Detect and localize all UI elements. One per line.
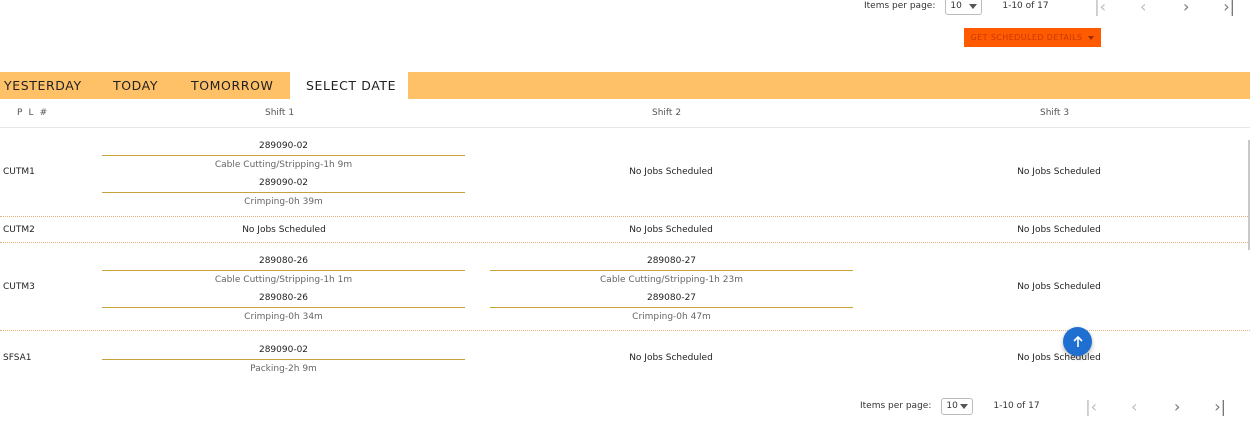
paginator-bottom: Items per page: 10 1-10 of 17 |‹ ‹ › ›| [860,396,1242,416]
header-shift-3: Shift 3 [1040,108,1070,118]
job-task: Cable Cutting/Stripping-1h 1m [102,270,465,289]
job-card: 289090-02 Cable Cutting/Stripping-1h 9m [102,137,465,174]
job-card: 289080-26 Crimping-0h 34m [102,289,465,326]
no-jobs-text: No Jobs Scheduled [1017,353,1101,363]
job-card: 289080-26 Cable Cutting/Stripping-1h 1m [102,252,465,289]
pl-cell: CUTM1 [3,167,35,177]
page-size-value: 10 [946,401,958,411]
page-size-select[interactable]: 10 [945,0,983,15]
chevron-down-icon [1088,35,1095,40]
job-task: Cable Cutting/Stripping-1h 9m [102,155,465,174]
job-task: Cable Cutting/Stripping-1h 23m [490,270,853,289]
get-scheduled-details-label: GET SCHEDULED DETAILS [970,33,1083,42]
table-scrollbar[interactable] [1248,140,1250,250]
job-id: 289080-26 [258,256,309,266]
tab-yesterday[interactable]: YESTERDAY [0,72,98,99]
get-scheduled-details-button[interactable]: GET SCHEDULED DETAILS [964,28,1101,47]
job-id: 289090-02 [258,178,309,188]
job-card: 289090-02 Packing-2h 9m [102,341,465,378]
job-id: 289090-02 [258,345,309,355]
tab-select-date[interactable]: SELECT DATE [290,72,408,99]
prev-page-icon[interactable]: ‹ [1113,396,1156,416]
last-page-icon[interactable]: ›| [1199,396,1242,416]
page-range: 1-10 of 17 [1002,1,1049,11]
job-card: 289080-27 Crimping-0h 47m [490,289,853,326]
no-jobs-text: No Jobs Scheduled [1017,167,1101,177]
scroll-to-top-button[interactable] [1063,327,1092,356]
job-card: 289090-02 Crimping-0h 39m [102,174,465,211]
page-size-select[interactable]: 10 [941,397,974,415]
paginator-top: Items per page: 10 1-10 of 17 |‹ ‹ › ›| [864,0,1251,16]
job-id: 289080-26 [258,293,309,303]
header-shift-2: Shift 2 [652,108,682,118]
job-task: Crimping-0h 39m [102,192,465,211]
chevron-down-icon [960,403,969,409]
job-task: Packing-2h 9m [102,359,465,378]
next-page-icon[interactable]: › [1156,396,1199,416]
chevron-down-icon [969,3,978,9]
pl-cell: SFSA1 [3,353,32,363]
next-page-icon[interactable]: › [1165,0,1208,16]
pl-cell: CUTM2 [3,225,35,235]
date-tab-bar: YESTERDAY TODAY TOMORROW SELECT DATE [0,72,1250,99]
prev-page-icon[interactable]: ‹ [1122,0,1165,16]
first-page-icon[interactable]: |‹ [1079,0,1122,16]
no-jobs-text: No Jobs Scheduled [629,167,713,177]
items-per-page-label: Items per page: [864,1,936,11]
first-page-icon[interactable]: |‹ [1070,396,1113,416]
tab-tomorrow[interactable]: TOMORROW [177,72,290,99]
job-id: 289090-02 [258,141,309,151]
job-task: Crimping-0h 47m [490,307,853,326]
no-jobs-text: No Jobs Scheduled [242,225,326,235]
table-row: CUTM2 No Jobs Scheduled No Jobs Schedule… [0,217,1250,243]
items-per-page-label: Items per page: [860,401,932,411]
job-id: 289080-27 [646,256,697,266]
no-jobs-text: No Jobs Scheduled [1017,282,1101,292]
header-pl: P L # [17,108,49,118]
page-range: 1-10 of 17 [993,401,1040,411]
no-jobs-text: No Jobs Scheduled [1017,225,1101,235]
table-row: CUTM3 289080-26 Cable Cutting/Stripping-… [0,243,1250,331]
job-task: Crimping-0h 34m [102,307,465,326]
last-page-icon[interactable]: ›| [1208,0,1251,16]
table-row: CUTM1 289090-02 Cable Cutting/Stripping-… [0,128,1250,217]
arrow-up-icon [1072,335,1083,347]
job-card: 289080-27 Cable Cutting/Stripping-1h 23m [490,252,853,289]
tab-today[interactable]: TODAY [98,72,177,99]
no-jobs-text: No Jobs Scheduled [629,225,713,235]
no-jobs-text: No Jobs Scheduled [629,353,713,363]
header-shift-1: Shift 1 [265,108,295,118]
pl-cell: CUTM3 [3,282,35,292]
page-size-value: 10 [950,1,962,11]
job-id: 289080-27 [646,293,697,303]
table-header: P L # Shift 1 Shift 2 Shift 3 [0,99,1250,128]
